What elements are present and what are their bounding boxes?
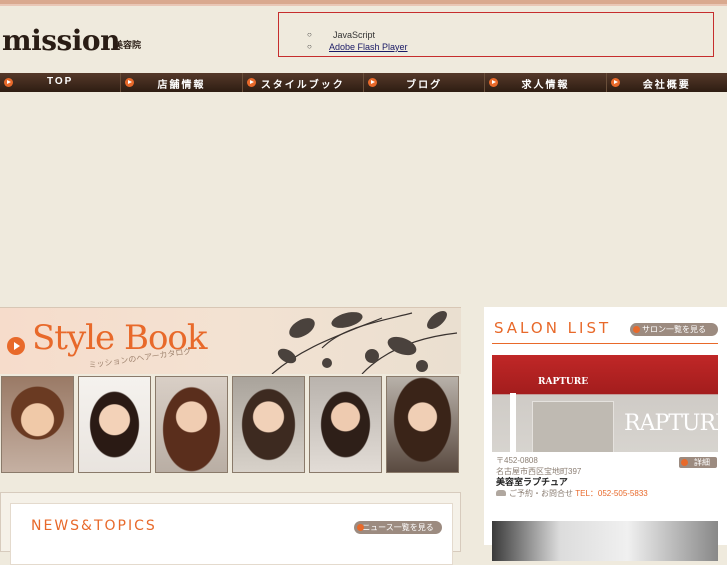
salon-photo-2[interactable]	[492, 521, 718, 561]
flash-player-link[interactable]: Adobe Flash Player	[329, 42, 408, 52]
main-nav: TOP 店舗情報 スタイルブック ブログ 求人情報 会社概要	[0, 73, 727, 92]
tel-label: ご予約・お問合せ	[509, 489, 573, 498]
botanical-illustration	[271, 311, 458, 374]
top-accent-line-2	[0, 4, 727, 6]
salon-address: 名古屋市西区宝地町397	[496, 467, 582, 476]
nav-company[interactable]: 会社概要	[606, 73, 727, 92]
barber-pole	[510, 393, 516, 452]
site-logo[interactable]: mission	[2, 24, 120, 57]
salon-window	[532, 401, 614, 452]
news-section: NEWS&TOPICS ニュース一覧を見る	[0, 492, 461, 565]
salon-list-title: SALON LIST	[494, 319, 612, 337]
nav-label: 求人情報	[521, 80, 570, 91]
style-photo-strip	[1, 376, 461, 473]
salon-button-label: サロン一覧を見る	[642, 325, 706, 334]
salon-detail-button[interactable]: 詳細	[679, 457, 717, 468]
play-arrow-icon	[7, 337, 25, 355]
salon-name[interactable]: 美容室ラプチュア	[496, 477, 648, 488]
style-photo-4[interactable]	[232, 376, 305, 473]
nav-label: TOP	[46, 76, 74, 87]
salon-tel[interactable]: TEL：052-505-5833	[575, 489, 648, 498]
detail-label: 詳細	[694, 458, 710, 467]
news-button-label: ニュース一覧を見る	[362, 523, 434, 532]
nav-label: ブログ	[406, 80, 443, 91]
nav-stylebook[interactable]: スタイルブック	[242, 73, 364, 92]
salon-tel-row: ご予約・お問合せ TEL：052-505-5833	[496, 488, 648, 499]
style-photo-6[interactable]	[386, 376, 459, 473]
news-panel: NEWS&TOPICS ニュース一覧を見る	[10, 503, 453, 565]
style-photo-2[interactable]	[78, 376, 151, 473]
plugin-list: ○ JavaScript ○ Adobe Flash Player	[307, 29, 408, 53]
bullet-icon: ○	[307, 30, 312, 39]
news-title: NEWS&TOPICS	[31, 518, 157, 534]
plugin-item-flash[interactable]: ○ Adobe Flash Player	[307, 41, 408, 53]
nav-top[interactable]: TOP	[0, 73, 122, 92]
plugin-notice-box: ○ JavaScript ○ Adobe Flash Player	[278, 12, 714, 57]
plugin-label: JavaScript	[333, 30, 376, 40]
plugin-item-javascript: ○ JavaScript	[307, 29, 408, 41]
style-photo-3[interactable]	[155, 376, 228, 473]
news-list-button[interactable]: ニュース一覧を見る	[354, 521, 442, 534]
nav-shop-info[interactable]: 店舗情報	[121, 73, 243, 92]
bullet-icon: ○	[307, 42, 312, 51]
salon-photo[interactable]: RAPTURE RAPTURE	[492, 355, 718, 452]
style-photo-5[interactable]	[309, 376, 382, 473]
nav-label: 会社概要	[642, 80, 691, 91]
salon-list-button[interactable]: サロン一覧を見る	[630, 323, 718, 336]
divider	[492, 343, 718, 344]
nav-label: スタイルブック	[260, 80, 345, 91]
salon-info: 〒452-0808 名古屋市西区宝地町397 美容室ラプチュア ご予約・お問合せ…	[496, 455, 648, 499]
phone-icon	[496, 490, 506, 496]
nav-recruit[interactable]: 求人情報	[485, 73, 607, 92]
salon-list-section: SALON LIST サロン一覧を見る RAPTURE RAPTURE 詳細 〒…	[484, 307, 727, 561]
salon-sign-small: RAPTURE	[538, 377, 589, 387]
nav-blog[interactable]: ブログ	[363, 73, 486, 92]
salon-postal: 〒452-0808	[496, 456, 538, 465]
style-photo-1[interactable]	[1, 376, 74, 473]
hero-area	[0, 92, 727, 306]
nav-label: 店舗情報	[157, 80, 206, 91]
logo-subtitle: 美容院	[114, 40, 142, 50]
stylebook-banner[interactable]: Style Book ミッションのヘアーカタログ	[0, 307, 461, 374]
salon-sign-large: RAPTURE	[624, 411, 718, 436]
